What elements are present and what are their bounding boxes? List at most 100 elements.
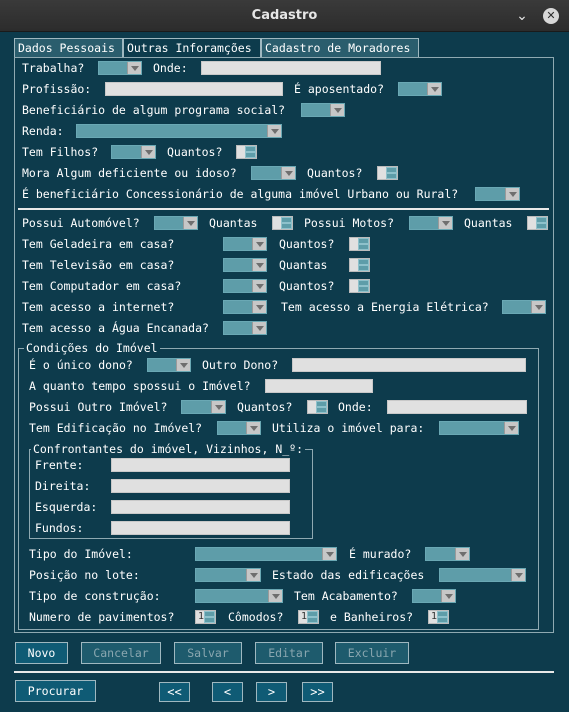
outro-imovel-onde-field[interactable]	[387, 400, 527, 414]
outro-dono-label: Outro Dono?	[202, 358, 279, 372]
tab-cadastro-moradores[interactable]: Cadastro de Moradores	[261, 38, 419, 57]
tab-outras-informacoes[interactable]: Outras Inforamções	[123, 38, 261, 58]
acabamento-label: Tem Acabamento?	[294, 589, 398, 603]
novo-button[interactable]: Novo	[15, 642, 68, 664]
concessionario-combo[interactable]	[475, 187, 520, 201]
next-record-button[interactable]: >	[256, 682, 287, 702]
window-title: Cadastro	[251, 8, 318, 23]
frente-field[interactable]	[111, 458, 290, 472]
outro-imovel-combo[interactable]	[181, 400, 226, 414]
editar-button[interactable]: Editar	[255, 642, 323, 664]
utiliza-label: Utiliza o imóvel para:	[272, 421, 425, 435]
internet-label: Tem acesso a internet?	[22, 300, 175, 314]
motos-combo[interactable]	[409, 216, 453, 230]
beneficiario-combo[interactable]	[301, 103, 345, 117]
comodos-label: Cômodos?	[228, 610, 284, 624]
agua-combo[interactable]	[223, 321, 267, 335]
geladeira-quantas-spinner[interactable]	[349, 237, 370, 251]
excluir-button[interactable]: Excluir	[335, 642, 409, 664]
procurar-button[interactable]: Procurar	[15, 680, 96, 702]
filhos-quantos-spinner[interactable]	[236, 145, 257, 159]
construcao-label: Tipo de construção:	[29, 589, 161, 603]
tempo-field[interactable]	[265, 379, 373, 393]
pavimentos-label: Numero de pavimentos?	[29, 610, 175, 624]
televisao-label: Tem Televisão em casa?	[22, 258, 175, 272]
energia-combo[interactable]	[502, 300, 546, 314]
esquerda-field[interactable]	[111, 500, 290, 514]
unico-dono-label: É o único dono?	[29, 358, 133, 372]
televisao-combo[interactable]	[223, 258, 267, 272]
separator	[18, 208, 549, 210]
aposentado-combo[interactable]	[398, 82, 442, 96]
direita-label: Direita:	[35, 479, 91, 493]
deficiente-quantos-spinner[interactable]	[377, 166, 398, 180]
automovel-label: Possui Automóvel?	[22, 216, 140, 230]
murado-label: É murado?	[349, 547, 412, 561]
minimize-icon[interactable]: ⌄	[513, 7, 531, 25]
salvar-button[interactable]: Salvar	[174, 642, 242, 664]
last-record-button[interactable]: >>	[302, 682, 333, 702]
construcao-combo[interactable]	[195, 589, 283, 603]
acabamento-combo[interactable]	[412, 589, 456, 603]
renda-combo[interactable]	[76, 124, 282, 138]
outro-imovel-quantos-spinner[interactable]	[307, 400, 328, 414]
onde-field[interactable]	[201, 61, 381, 75]
posicao-lote-label: Posição no lote:	[29, 568, 140, 582]
deficiente-combo[interactable]	[251, 166, 296, 180]
deficiente-quantos-label: Quantos?	[307, 166, 363, 180]
edificacao-combo[interactable]	[217, 421, 261, 435]
separator-bottom	[14, 671, 554, 673]
filhos-combo[interactable]	[111, 145, 156, 159]
computador-quantos-spinner[interactable]	[349, 279, 370, 293]
tab-dados-pessoais[interactable]: Dados Pessoais	[14, 38, 123, 57]
geladeira-quantas-label: Quantos?	[279, 237, 335, 251]
geladeira-combo[interactable]	[223, 237, 267, 251]
tipo-imovel-combo[interactable]	[195, 547, 337, 561]
concessionario-label: É beneficiário Concessionário de alguma …	[22, 187, 459, 201]
edificacao-label: Tem Edificação no Imóvel?	[29, 421, 203, 435]
motos-quantas-spinner[interactable]	[527, 216, 548, 230]
outro-dono-field[interactable]	[292, 358, 526, 372]
fundos-field[interactable]	[111, 521, 290, 535]
banheiros-label: e Banheiros?	[330, 610, 414, 624]
deficiente-label: Mora Algum deficiente ou idoso?	[22, 166, 237, 180]
onde-label: Onde:	[153, 61, 188, 75]
utiliza-combo[interactable]	[439, 421, 519, 435]
fundos-label: Fundos:	[35, 521, 84, 535]
automovel-quantas-label: Quantas	[209, 216, 258, 230]
direita-field[interactable]	[111, 479, 290, 493]
pavimentos-spinner[interactable]: 1	[195, 610, 216, 624]
unico-dono-combo[interactable]	[147, 358, 191, 372]
automovel-combo[interactable]	[154, 216, 198, 230]
esquerda-label: Esquerda:	[35, 500, 98, 514]
posicao-lote-combo[interactable]	[195, 568, 261, 582]
geladeira-label: Tem Geladeira em casa?	[22, 237, 175, 251]
automovel-quantas-spinner[interactable]	[272, 216, 293, 230]
motos-quantas-label: Quantas	[464, 216, 513, 230]
frente-label: Frente:	[35, 458, 84, 472]
internet-combo[interactable]	[223, 300, 267, 314]
comodos-spinner[interactable]: 1	[298, 610, 319, 624]
previous-record-button[interactable]: <	[212, 682, 243, 702]
computador-combo[interactable]	[223, 279, 267, 293]
condicoes-title: Condições do Imóvel	[24, 341, 160, 355]
outro-imovel-quantos-label: Quantos?	[237, 400, 293, 414]
profissao-field[interactable]	[105, 82, 283, 96]
banheiros-spinner[interactable]: 1	[428, 610, 449, 624]
renda-label: Renda:	[22, 124, 64, 138]
televisao-quantas-label: Quantas	[279, 258, 328, 272]
estado-combo[interactable]	[439, 568, 526, 582]
televisao-quantas-spinner[interactable]	[349, 258, 370, 272]
computador-quantos-label: Quantos?	[279, 279, 335, 293]
first-record-button[interactable]: <<	[159, 682, 190, 702]
close-icon[interactable]: ✕	[543, 8, 559, 24]
filhos-label: Tem Filhos?	[22, 145, 99, 159]
trabalha-label: Trabalha?	[22, 61, 85, 75]
trabalha-combo[interactable]	[98, 61, 142, 75]
tipo-imovel-label: Tipo do Imóvel:	[29, 547, 133, 561]
energia-label: Tem acesso a Energia Elétrica?	[281, 300, 489, 314]
tempo-label: A quanto tempo spossui o Imóvel?	[29, 379, 251, 393]
murado-combo[interactable]	[425, 547, 470, 561]
confrontantes-title: Confrontantes do imóvel, Vizinhos, N̲º:	[31, 442, 306, 456]
cancelar-button[interactable]: Cancelar	[81, 642, 161, 664]
